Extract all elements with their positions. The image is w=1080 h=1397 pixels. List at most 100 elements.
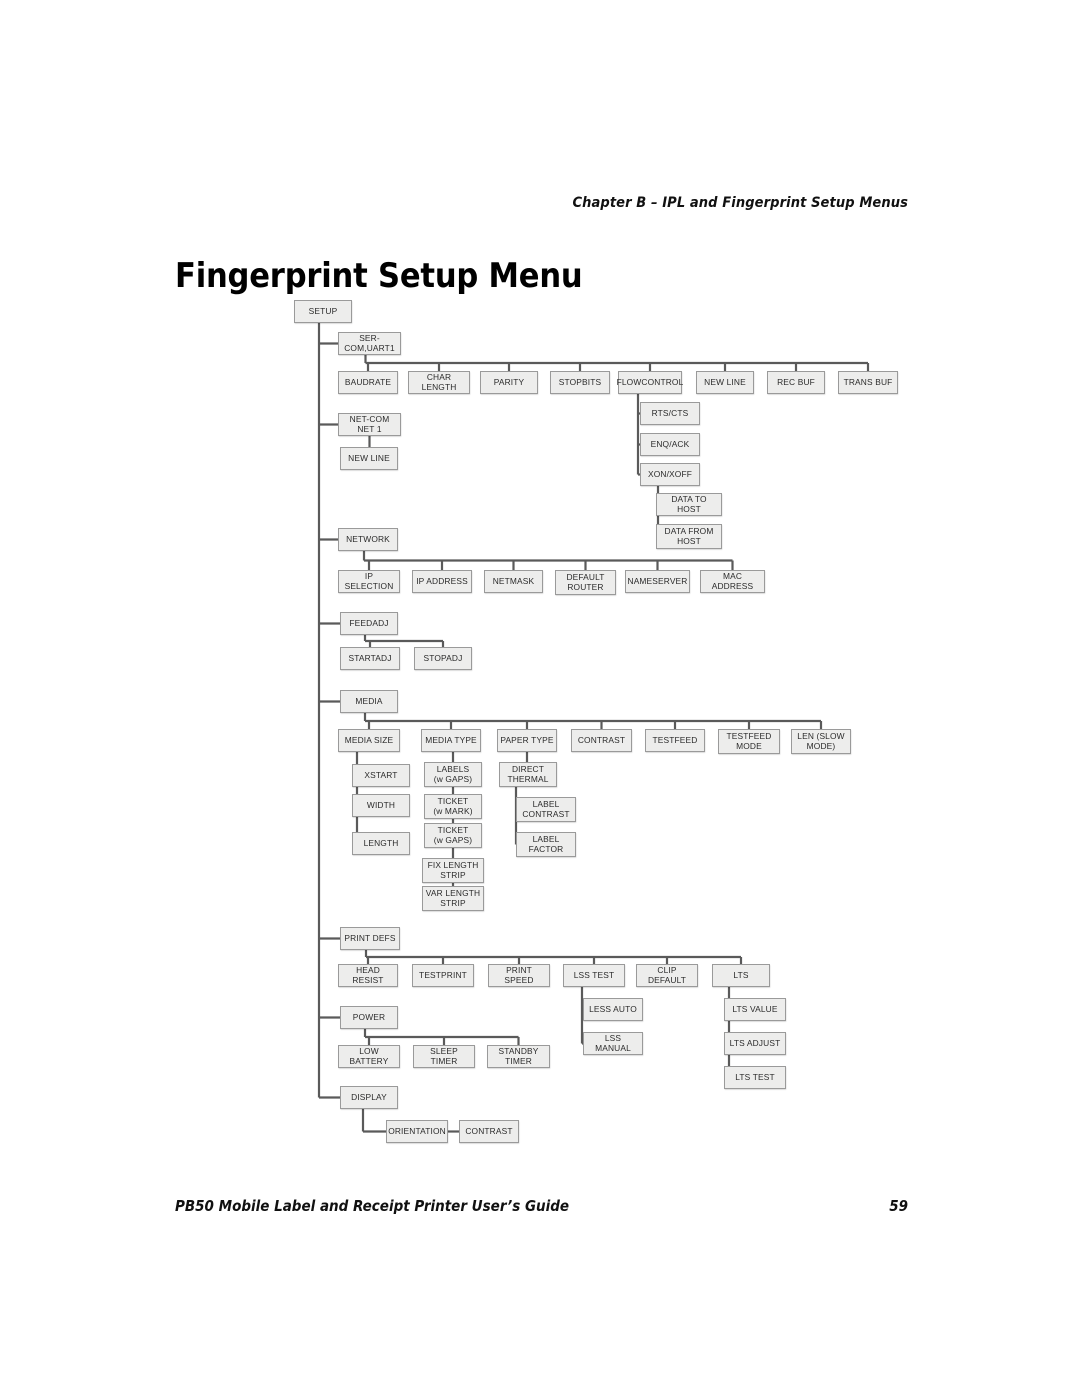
menu-node-label: STARTADJ: [348, 652, 392, 663]
menu-node-stopadj[interactable]: STOPADJ: [414, 647, 472, 670]
menu-node-xonxoff[interactable]: XON/XOFF: [640, 463, 700, 486]
menu-node-label: CONTRAST: [465, 1125, 513, 1136]
menu-node-stopbits[interactable]: STOPBITS: [550, 371, 610, 394]
menu-node-sleeptimer[interactable]: SLEEP TIMER: [413, 1045, 475, 1068]
menu-node-label: LABEL CONTRAST: [522, 799, 570, 819]
menu-node-label: IP SELECTION: [344, 571, 394, 591]
menu-node-label: LESS AUTO: [589, 1003, 637, 1014]
menu-node-setup[interactable]: SETUP: [294, 300, 352, 323]
menu-node-mediasize[interactable]: MEDIA SIZE: [338, 729, 400, 752]
menu-node-fixlength[interactable]: FIX LENGTH STRIP: [422, 858, 484, 883]
menu-node-contrast1[interactable]: CONTRAST: [571, 729, 632, 752]
menu-node-testfeedmode[interactable]: TESTFEED MODE: [718, 729, 780, 754]
menu-node-enqack[interactable]: ENQ/ACK: [640, 433, 700, 456]
menu-node-label: DATA FROM HOST: [664, 526, 714, 546]
menu-node-label: HEAD RESIST: [352, 965, 384, 985]
menu-node-label: PRINT DEFS: [344, 932, 396, 943]
menu-node-label: DISPLAY: [351, 1091, 387, 1102]
menu-node-label: STOPADJ: [423, 652, 463, 663]
menu-node-lessauto[interactable]: LESS AUTO: [583, 998, 643, 1021]
menu-node-power[interactable]: POWER: [340, 1006, 398, 1029]
menu-node-baudrate[interactable]: BAUDRATE: [338, 371, 398, 394]
menu-node-datatohost[interactable]: DATA TO HOST: [656, 493, 722, 516]
menu-node-label: NAMESERVER: [627, 575, 688, 586]
menu-node-standbytimer[interactable]: STANDBY TIMER: [487, 1045, 550, 1068]
menu-node-label: SLEEP TIMER: [430, 1046, 458, 1066]
menu-node-length[interactable]: LENGTH: [352, 832, 410, 855]
menu-node-rtscts[interactable]: RTS/CTS: [640, 402, 700, 425]
menu-node-ticketmark[interactable]: TICKET (w MARK): [424, 794, 482, 819]
menu-node-feedadj[interactable]: FEEDADJ: [340, 612, 398, 635]
menu-node-network[interactable]: NETWORK: [338, 528, 398, 551]
menu-node-macaddress[interactable]: MAC ADDRESS: [700, 570, 765, 593]
menu-node-newline2[interactable]: NEW LINE: [340, 447, 398, 470]
menu-node-label: CONTRAST: [577, 734, 626, 745]
menu-node-contrast2[interactable]: CONTRAST: [459, 1120, 519, 1143]
menu-node-testfeed[interactable]: TESTFEED: [645, 729, 705, 752]
menu-node-label: RTS/CTS: [651, 407, 689, 418]
menu-node-ltsadjust[interactable]: LTS ADJUST: [724, 1032, 786, 1055]
menu-node-transbuf[interactable]: TRANS BUF: [838, 371, 898, 394]
menu-node-ltsvalue[interactable]: LTS VALUE: [724, 998, 786, 1021]
menu-node-label: LTS ADJUST: [729, 1037, 781, 1048]
menu-node-sercom[interactable]: SER-COM,UART1: [338, 332, 401, 355]
menu-node-recbuf[interactable]: REC BUF: [767, 371, 825, 394]
menu-node-lenslowmode[interactable]: LEN (SLOW MODE): [791, 729, 851, 754]
menu-node-orientation[interactable]: ORIENTATION: [386, 1120, 448, 1143]
menu-node-ipselection[interactable]: IP SELECTION: [338, 570, 400, 593]
menu-node-lsstest[interactable]: LSS TEST: [563, 964, 625, 987]
menu-node-labelcontrast[interactable]: LABEL CONTRAST: [516, 797, 576, 822]
menu-node-label: LSS TEST: [573, 969, 615, 980]
menu-node-nameserver[interactable]: NAMESERVER: [625, 570, 690, 593]
menu-node-label: FLOWCONTROL: [616, 376, 684, 387]
menu-node-clipdefault[interactable]: CLIP DEFAULT: [636, 964, 698, 987]
menu-node-ltstest[interactable]: LTS TEST: [724, 1066, 786, 1089]
fingerprint-setup-menu-tree: SETUP SER-COM,UART1 BAUDRATE CHAR LENGTH PAR…: [0, 0, 1080, 1397]
menu-node-directthermal[interactable]: DIRECT THERMAL: [499, 762, 557, 787]
menu-node-display[interactable]: DISPLAY: [340, 1086, 398, 1109]
menu-node-papertype[interactable]: PAPER TYPE: [497, 729, 557, 752]
menu-node-label: LOW BATTERY: [349, 1046, 389, 1066]
menu-node-charlength[interactable]: CHAR LENGTH: [408, 371, 470, 394]
menu-node-lssmanual[interactable]: LSS MANUAL: [583, 1032, 643, 1055]
menu-node-labelfactor[interactable]: LABEL FACTOR: [516, 832, 576, 857]
footer-title: PB50 Mobile Label and Receipt Printer Us…: [175, 1197, 570, 1215]
menu-node-label: ORIENTATION: [388, 1125, 446, 1136]
menu-node-printspeed[interactable]: PRINT SPEED: [488, 964, 550, 987]
menu-node-netmask[interactable]: NETMASK: [484, 570, 543, 593]
menu-node-ticketgaps[interactable]: TICKET (w GAPS): [424, 823, 482, 848]
menu-node-label: DEFAULT ROUTER: [566, 572, 605, 592]
menu-node-label: WIDTH: [366, 799, 396, 810]
menu-node-label: TESTFEED: [652, 734, 698, 745]
menu-node-parity[interactable]: PARITY: [480, 371, 538, 394]
menu-node-datafromhost[interactable]: DATA FROM HOST: [656, 524, 722, 549]
menu-node-label: NET-COM NET 1: [349, 414, 390, 434]
menu-node-label: LTS TEST: [735, 1071, 775, 1082]
menu-node-label: NEW LINE: [704, 376, 746, 387]
menu-node-label: NEW LINE: [348, 452, 390, 463]
menu-node-ipaddress[interactable]: IP ADDRESS: [412, 570, 472, 593]
menu-node-mediatype[interactable]: MEDIA TYPE: [421, 729, 481, 752]
menu-node-media[interactable]: MEDIA: [340, 690, 398, 713]
menu-node-newline1[interactable]: NEW LINE: [696, 371, 754, 394]
menu-node-labelsgaps[interactable]: LABELS (w GAPS): [424, 762, 482, 787]
footer-page-number: 59: [889, 1197, 908, 1215]
menu-node-flowcontrol[interactable]: FLOWCONTROL: [616, 371, 684, 394]
menu-node-lts[interactable]: LTS: [712, 964, 770, 987]
menu-node-testprint[interactable]: TESTPRINT: [412, 964, 474, 987]
menu-node-headresist[interactable]: HEAD RESIST: [338, 964, 398, 987]
menu-node-netcom[interactable]: NET-COM NET 1: [338, 413, 401, 436]
menu-node-lowbattery[interactable]: LOW BATTERY: [338, 1045, 400, 1068]
menu-node-label: VAR LENGTH STRIP: [425, 888, 481, 908]
menu-node-defaultrouter[interactable]: DEFAULT ROUTER: [555, 570, 616, 595]
menu-node-label: DIRECT THERMAL: [507, 764, 549, 784]
menu-node-width[interactable]: WIDTH: [352, 794, 410, 817]
menu-node-label: TESTFEED MODE: [726, 731, 772, 751]
menu-node-label: TRANS BUF: [843, 376, 893, 387]
menu-node-startadj[interactable]: STARTADJ: [340, 647, 400, 670]
menu-node-label: PAPER TYPE: [500, 734, 554, 745]
menu-node-label: MEDIA TYPE: [425, 734, 477, 745]
menu-node-printdefs[interactable]: PRINT DEFS: [340, 927, 400, 950]
menu-node-varlength[interactable]: VAR LENGTH STRIP: [422, 886, 484, 911]
menu-node-xstart[interactable]: XSTART: [352, 764, 410, 787]
